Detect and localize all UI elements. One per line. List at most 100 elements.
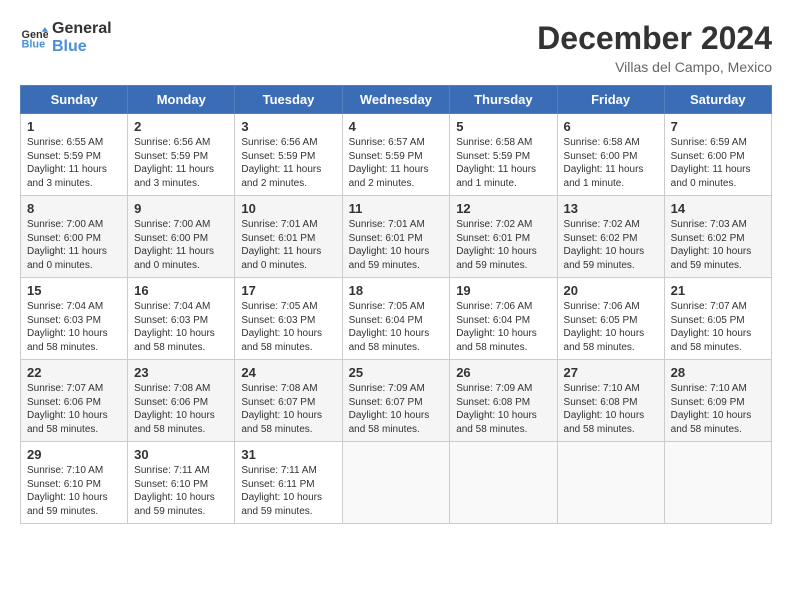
calendar-cell: 12 Sunrise: 7:02 AM Sunset: 6:01 PM Dayli… — [450, 196, 557, 278]
day-number: 12 — [456, 201, 551, 216]
day-info: Sunrise: 7:10 AM Sunset: 6:09 PM Dayligh… — [671, 382, 766, 436]
day-number: 20 — [564, 283, 659, 298]
day-info: Sunrise: 7:11 AM Sunset: 6:11 PM Dayligh… — [241, 464, 336, 518]
calendar-cell: 16Sunrise: 7:04 AM Sunset: 6:03 PM Dayli… — [128, 278, 235, 360]
calendar-cell: 22 Sunrise: 7:07 AM Sunset: 6:06 PM Dayli… — [21, 360, 128, 442]
day-number: 17 — [241, 283, 336, 298]
day-info: Sunrise: 7:07 AM Sunset: 6:06 PM Dayligh… — [27, 382, 122, 436]
weekday-header-friday: Friday — [557, 86, 664, 114]
calendar-cell: 23Sunrise: 7:08 AM Sunset: 6:06 PM Dayli… — [128, 360, 235, 442]
calendar-cell: 11Sunrise: 7:01 AM Sunset: 6:01 PM Dayli… — [342, 196, 450, 278]
calendar-cell: 6 Sunrise: 6:58 AM Sunset: 6:00 PM Daylig… — [557, 114, 664, 196]
day-number: 9 — [134, 201, 229, 216]
calendar-cell: 24 Sunrise: 7:08 AM Sunset: 6:07 PM Dayli… — [235, 360, 342, 442]
calendar-cell: 28 Sunrise: 7:10 AM Sunset: 6:09 PM Dayli… — [664, 360, 771, 442]
day-info: Sunrise: 7:09 AM Sunset: 6:08 PM Dayligh… — [456, 382, 551, 436]
calendar-cell — [450, 442, 557, 524]
day-info: Sunrise: 6:57 AM Sunset: 5:59 PM Dayligh… — [349, 136, 445, 190]
location-subtitle: Villas del Campo, Mexico — [537, 59, 772, 75]
day-number: 1 — [27, 119, 122, 134]
calendar-week-5: 29 Sunrise: 7:10 AM Sunset: 6:10 PM Dayli… — [21, 442, 772, 524]
day-info: Sunrise: 7:00 AM Sunset: 6:00 PM Dayligh… — [134, 218, 229, 272]
day-number: 10 — [241, 201, 336, 216]
day-number: 31 — [241, 447, 336, 462]
calendar-cell: 10 Sunrise: 7:01 AM Sunset: 6:01 PM Dayli… — [235, 196, 342, 278]
day-number: 15 — [27, 283, 122, 298]
day-number: 6 — [564, 119, 659, 134]
calendar-cell — [664, 442, 771, 524]
day-info: Sunrise: 7:06 AM Sunset: 6:04 PM Dayligh… — [456, 300, 551, 354]
calendar-week-2: 8 Sunrise: 7:00 AM Sunset: 6:00 PM Daylig… — [21, 196, 772, 278]
calendar-cell: 15Sunrise: 7:04 AM Sunset: 6:03 PM Dayli… — [21, 278, 128, 360]
day-number: 24 — [241, 365, 336, 380]
day-info: Sunrise: 7:01 AM Sunset: 6:01 PM Dayligh… — [241, 218, 336, 272]
day-info: Sunrise: 7:06 AM Sunset: 6:05 PM Dayligh… — [564, 300, 659, 354]
calendar-cell: 5 Sunrise: 6:58 AM Sunset: 5:59 PM Daylig… — [450, 114, 557, 196]
calendar-cell — [342, 442, 450, 524]
day-info: Sunrise: 6:58 AM Sunset: 6:00 PM Dayligh… — [564, 136, 659, 190]
calendar-week-3: 15Sunrise: 7:04 AM Sunset: 6:03 PM Dayli… — [21, 278, 772, 360]
day-number: 16 — [134, 283, 229, 298]
day-info: Sunrise: 7:08 AM Sunset: 6:07 PM Dayligh… — [241, 382, 336, 436]
logo-general: General — [52, 20, 112, 38]
day-info: Sunrise: 7:11 AM Sunset: 6:10 PM Dayligh… — [134, 464, 229, 518]
day-number: 2 — [134, 119, 229, 134]
logo-blue: Blue — [52, 38, 112, 56]
day-number: 7 — [671, 119, 766, 134]
day-number: 30 — [134, 447, 229, 462]
day-number: 28 — [671, 365, 766, 380]
day-number: 22 — [27, 365, 122, 380]
calendar-cell: 13Sunrise: 7:02 AM Sunset: 6:02 PM Dayli… — [557, 196, 664, 278]
svg-text:Blue: Blue — [22, 38, 46, 50]
calendar-cell: 2 Sunrise: 6:56 AM Sunset: 5:59 PM Daylig… — [128, 114, 235, 196]
day-number: 11 — [349, 201, 445, 216]
calendar-cell — [557, 442, 664, 524]
day-number: 29 — [27, 447, 122, 462]
calendar-cell: 26 Sunrise: 7:09 AM Sunset: 6:08 PM Dayli… — [450, 360, 557, 442]
day-info: Sunrise: 7:00 AM Sunset: 6:00 PM Dayligh… — [27, 218, 122, 272]
day-number: 19 — [456, 283, 551, 298]
day-info: Sunrise: 7:02 AM Sunset: 6:01 PM Dayligh… — [456, 218, 551, 272]
day-number: 13 — [564, 201, 659, 216]
month-title: December 2024 — [537, 20, 772, 57]
page-header: General Blue General Blue December 2024 … — [20, 20, 772, 75]
day-number: 18 — [349, 283, 445, 298]
day-info: Sunrise: 6:56 AM Sunset: 5:59 PM Dayligh… — [134, 136, 229, 190]
day-number: 5 — [456, 119, 551, 134]
day-number: 4 — [349, 119, 445, 134]
day-info: Sunrise: 7:08 AM Sunset: 6:06 PM Dayligh… — [134, 382, 229, 436]
calendar-cell: 14 Sunrise: 7:03 AM Sunset: 6:02 PM Dayli… — [664, 196, 771, 278]
day-info: Sunrise: 6:55 AM Sunset: 5:59 PM Dayligh… — [27, 136, 122, 190]
day-number: 14 — [671, 201, 766, 216]
calendar-cell: 21Sunrise: 7:07 AM Sunset: 6:05 PM Dayli… — [664, 278, 771, 360]
calendar-cell: 29 Sunrise: 7:10 AM Sunset: 6:10 PM Dayli… — [21, 442, 128, 524]
calendar-cell: 4 Sunrise: 6:57 AM Sunset: 5:59 PM Daylig… — [342, 114, 450, 196]
calendar-cell: 20 Sunrise: 7:06 AM Sunset: 6:05 PM Dayli… — [557, 278, 664, 360]
calendar-cell: 27 Sunrise: 7:10 AM Sunset: 6:08 PM Dayli… — [557, 360, 664, 442]
day-number: 26 — [456, 365, 551, 380]
title-block: December 2024 Villas del Campo, Mexico — [537, 20, 772, 75]
weekday-header-monday: Monday — [128, 86, 235, 114]
logo: General Blue General Blue — [20, 20, 112, 55]
weekday-header-sunday: Sunday — [21, 86, 128, 114]
calendar-cell: 3Sunrise: 6:56 AM Sunset: 5:59 PM Daylig… — [235, 114, 342, 196]
weekday-header-tuesday: Tuesday — [235, 86, 342, 114]
calendar-cell: 9 Sunrise: 7:00 AM Sunset: 6:00 PM Daylig… — [128, 196, 235, 278]
weekday-header-row: SundayMondayTuesdayWednesdayThursdayFrid… — [21, 86, 772, 114]
calendar-week-4: 22 Sunrise: 7:07 AM Sunset: 6:06 PM Dayli… — [21, 360, 772, 442]
calendar-cell: 17 Sunrise: 7:05 AM Sunset: 6:03 PM Dayli… — [235, 278, 342, 360]
day-info: Sunrise: 7:05 AM Sunset: 6:03 PM Dayligh… — [241, 300, 336, 354]
day-info: Sunrise: 6:58 AM Sunset: 5:59 PM Dayligh… — [456, 136, 551, 190]
calendar-cell: 30 Sunrise: 7:11 AM Sunset: 6:10 PM Dayli… — [128, 442, 235, 524]
day-number: 27 — [564, 365, 659, 380]
day-info: Sunrise: 7:09 AM Sunset: 6:07 PM Dayligh… — [349, 382, 445, 436]
day-info: Sunrise: 7:10 AM Sunset: 6:08 PM Dayligh… — [564, 382, 659, 436]
day-info: Sunrise: 7:03 AM Sunset: 6:02 PM Dayligh… — [671, 218, 766, 272]
calendar-cell: 18Sunrise: 7:05 AM Sunset: 6:04 PM Dayli… — [342, 278, 450, 360]
calendar-cell: 1 Sunrise: 6:55 AM Sunset: 5:59 PM Daylig… — [21, 114, 128, 196]
day-number: 8 — [27, 201, 122, 216]
calendar-table: SundayMondayTuesdayWednesdayThursdayFrid… — [20, 85, 772, 524]
day-info: Sunrise: 7:10 AM Sunset: 6:10 PM Dayligh… — [27, 464, 122, 518]
calendar-cell: 7Sunrise: 6:59 AM Sunset: 6:00 PM Daylig… — [664, 114, 771, 196]
day-number: 3 — [241, 119, 336, 134]
